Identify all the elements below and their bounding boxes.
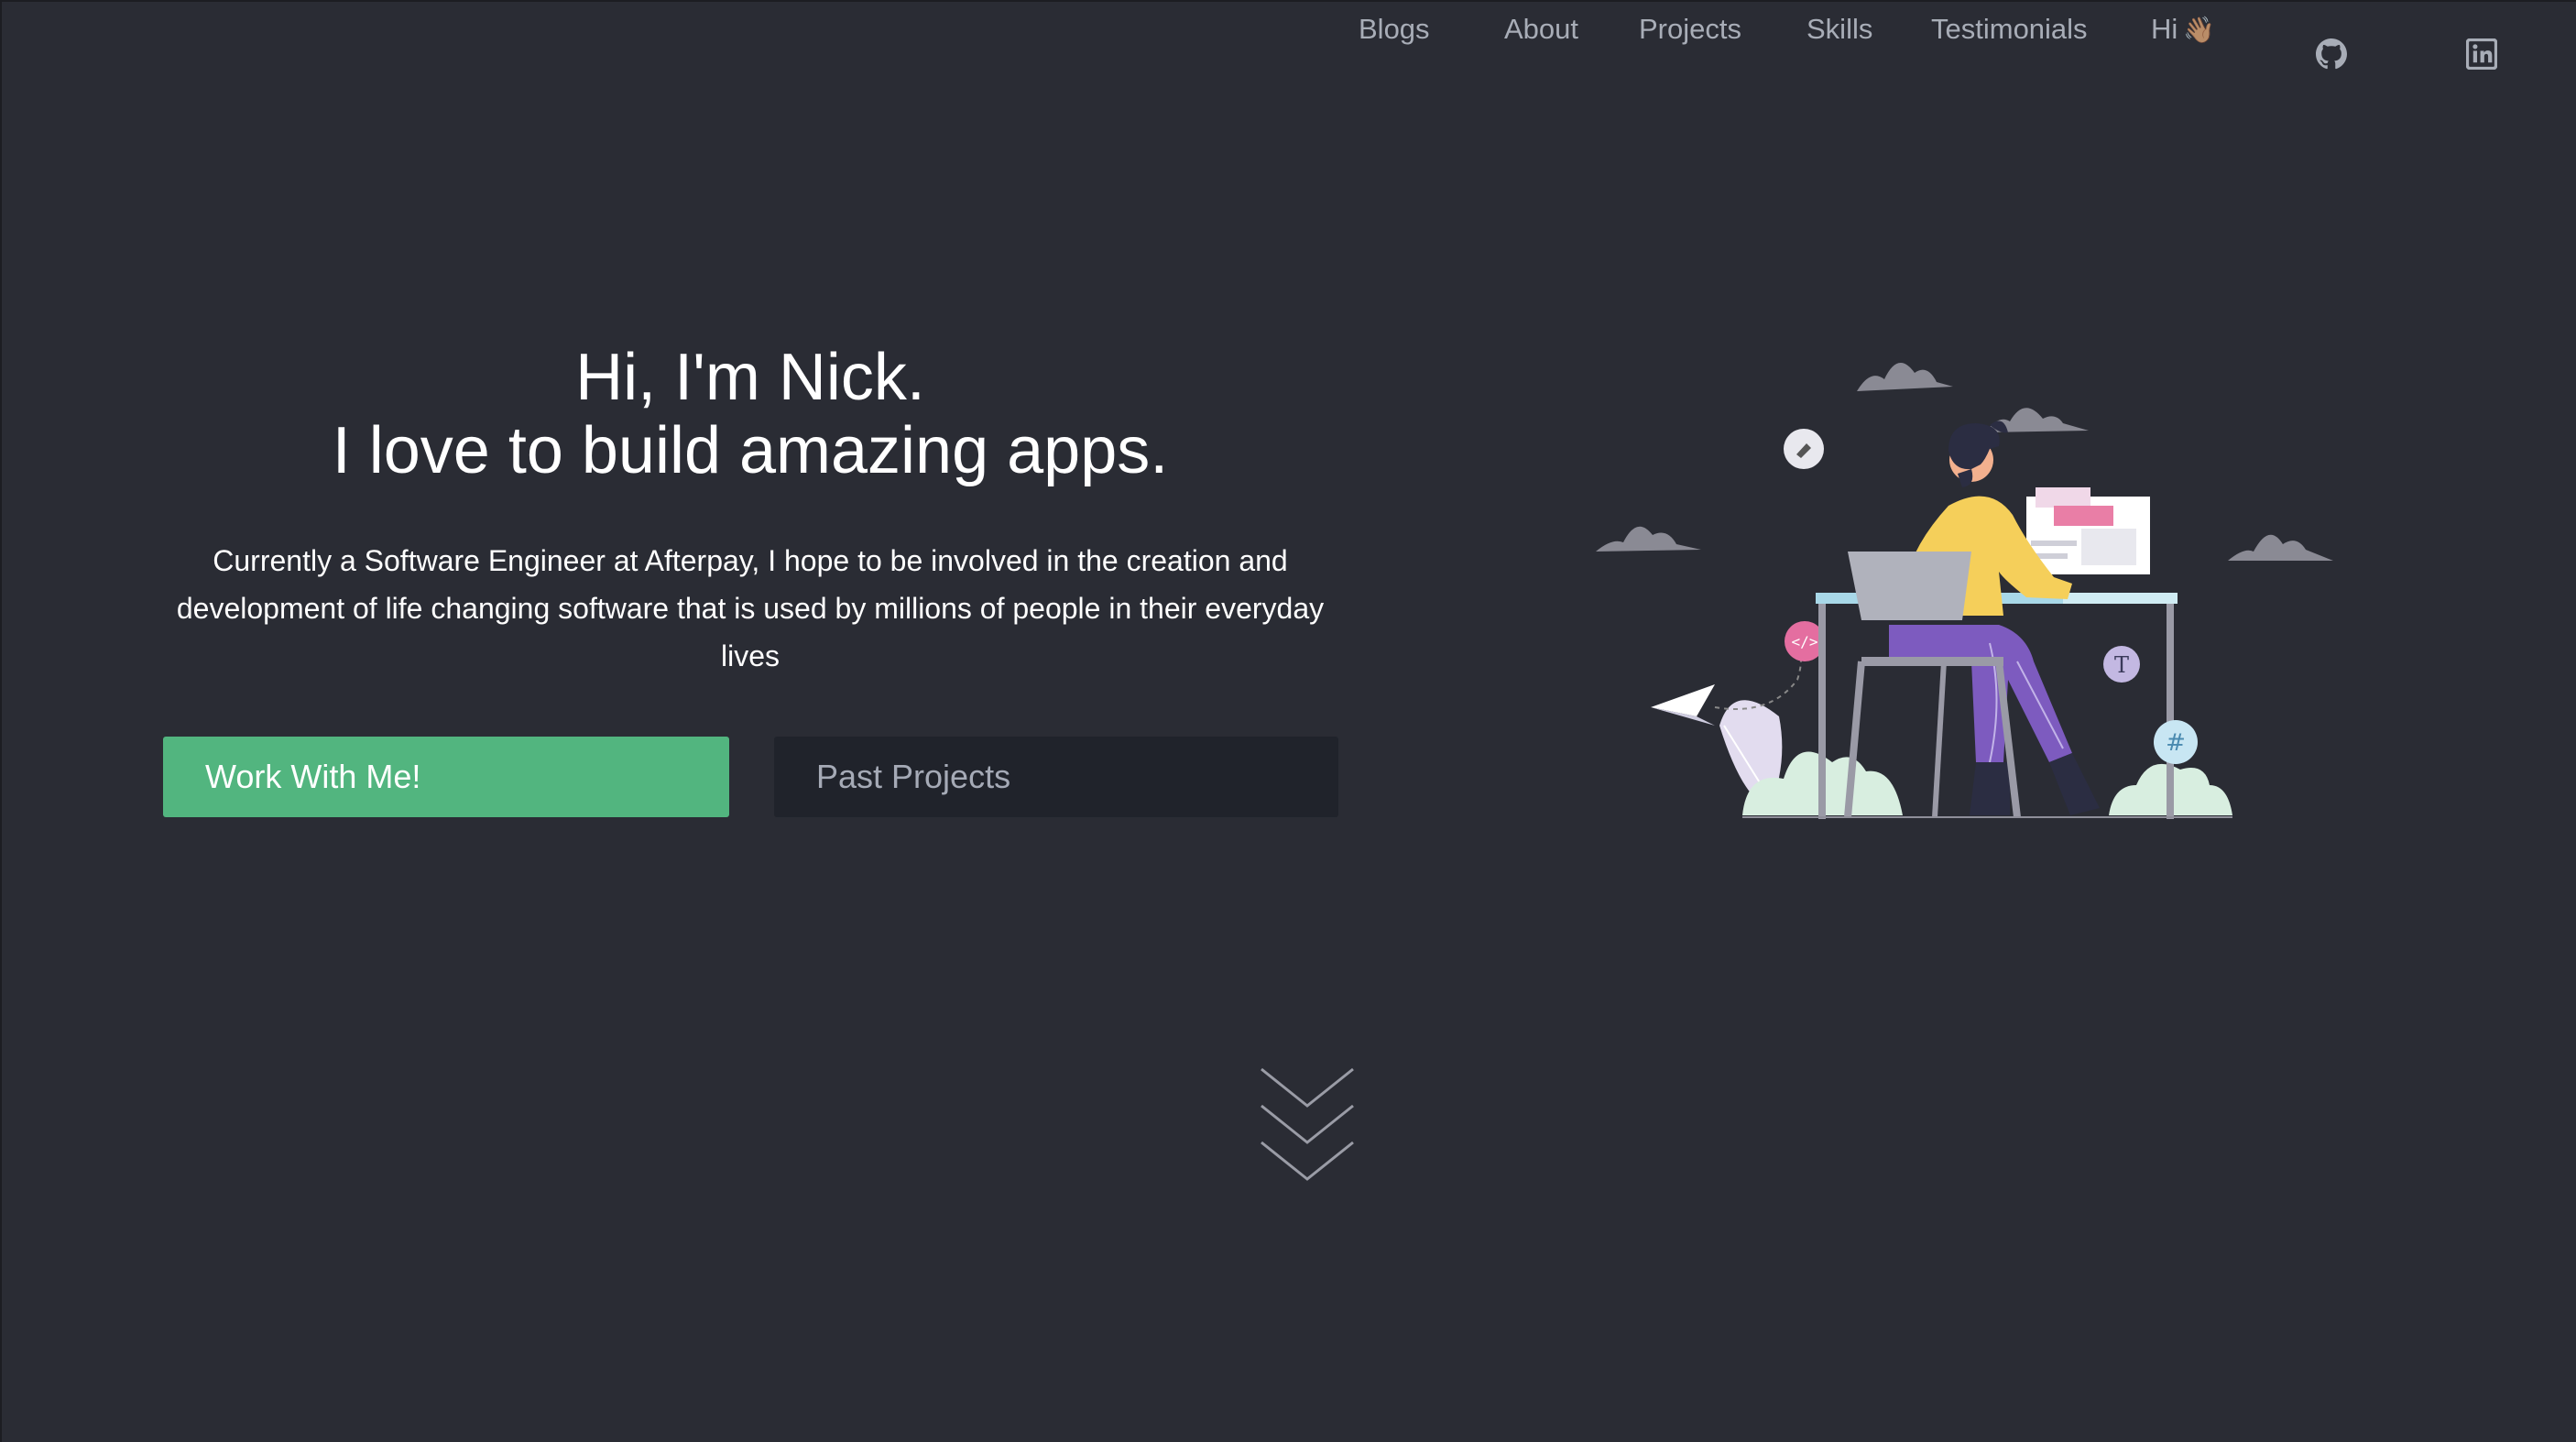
nav-link-projects[interactable]: Projects (1639, 13, 1741, 46)
svg-text:T: T (2114, 652, 2129, 678)
nav-link-hi-label: Hi (2151, 13, 2178, 45)
hero-title: Hi, I'm Nick. I love to build amazing ap… (163, 341, 1337, 487)
linkedin-icon[interactable] (2465, 38, 2498, 71)
hero-title-line1: Hi, I'm Nick. (575, 341, 925, 414)
nav-link-skills[interactable]: Skills (1806, 13, 1872, 46)
hero-description: Currently a Software Engineer at Afterpa… (176, 544, 1325, 672)
github-icon[interactable] (2316, 38, 2347, 70)
developer-illustration: </> T # (1596, 363, 2333, 819)
svg-text:</>: </> (1792, 633, 1818, 650)
hero-title-line2: I love to build amazing apps. (332, 414, 1169, 487)
svg-text:#: # (2166, 729, 2186, 757)
work-with-me-button[interactable]: Work With Me! (163, 737, 729, 817)
nav-link-hi[interactable]: Hi 👋🏽 (2151, 13, 2215, 46)
nav-link-testimonials[interactable]: Testimonials (1931, 13, 2088, 46)
nav-link-blogs[interactable]: Blogs (1359, 13, 1430, 46)
wave-emoji: 👋🏽 (2183, 16, 2216, 44)
past-projects-button[interactable]: Past Projects (774, 737, 1338, 817)
nav-link-about[interactable]: About (1504, 13, 1578, 46)
page: Blogs About Projects Skills Testimonials… (0, 0, 2576, 1442)
chevron-down-icon[interactable] (1257, 1065, 1358, 1193)
